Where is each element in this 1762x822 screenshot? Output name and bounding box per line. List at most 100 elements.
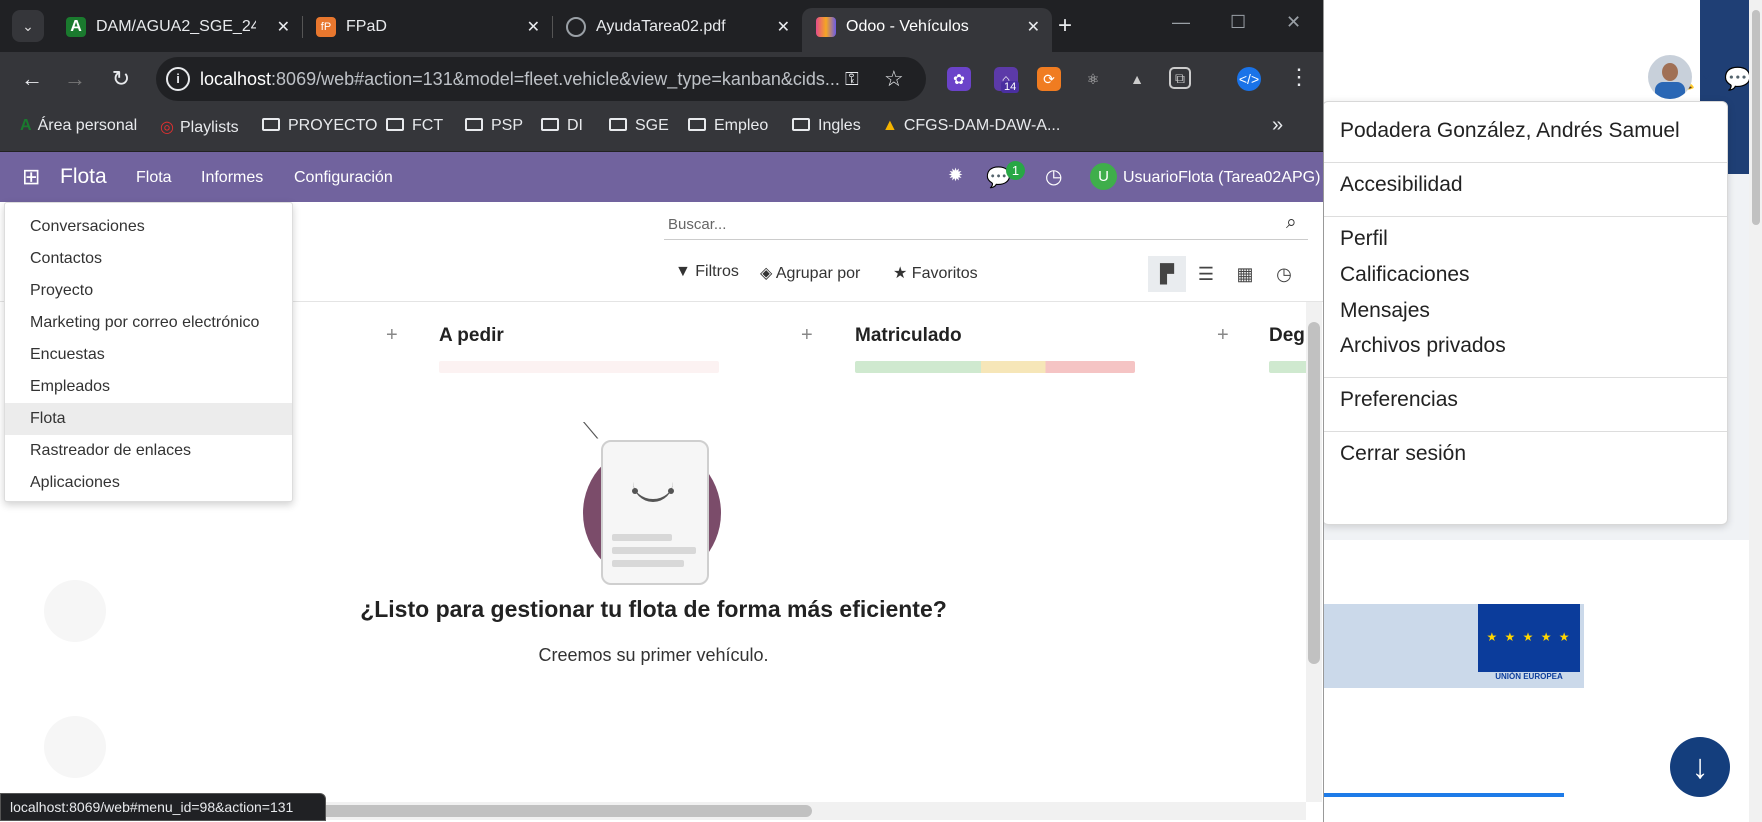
key-icon[interactable]: ⚿ <box>845 69 859 90</box>
app-item-flota[interactable]: Flota <box>5 403 292 435</box>
scroll-down-button[interactable]: ↓ <box>1670 737 1730 797</box>
user-menu-private-files[interactable]: Archivos privados <box>1340 334 1506 358</box>
url-text[interactable]: localhost:8069/web#action=131&model=flee… <box>200 69 840 90</box>
vehicle-image-placeholder <box>44 580 106 642</box>
app-brand[interactable]: Flota <box>60 165 107 189</box>
tab-dam[interactable]: A DAM/AGUA2_SGE_2425_ ✕ <box>52 8 302 52</box>
bookmark-fct[interactable]: FCT <box>386 117 443 135</box>
add-card-icon[interactable]: + <box>1217 324 1229 347</box>
eu-label: UNIÓN EUROPEA <box>1495 672 1563 681</box>
page-scrollbar-thumb[interactable] <box>1752 10 1760 225</box>
avatar[interactable] <box>1648 55 1692 99</box>
extension-react-icon[interactable]: ⚛ <box>1081 67 1105 91</box>
activity-view-icon[interactable]: ◷ <box>1265 256 1303 292</box>
app-item-encuestas[interactable]: Encuestas <box>5 339 292 371</box>
bookmark-proyecto[interactable]: PROYECTO <box>262 117 378 135</box>
back-icon[interactable]: ← <box>17 66 47 92</box>
extensions-puzzle-icon[interactable]: ⧉ <box>1169 67 1191 89</box>
nav-flota[interactable]: Flota <box>136 169 172 187</box>
user-menu-grades[interactable]: Calificaciones <box>1340 263 1470 287</box>
user-menu-logout[interactable]: Cerrar sesión <box>1340 442 1466 466</box>
tab-label: AyudaTarea02.pdf <box>596 18 726 35</box>
tab-pdf[interactable]: AyudaTarea02.pdf ✕ <box>552 8 802 52</box>
close-window-icon[interactable]: ✕ <box>1286 12 1301 33</box>
column-title: Matriculado <box>855 325 962 346</box>
bug-icon[interactable]: ✹ <box>948 165 963 186</box>
group-by-button[interactable]: ◈ Agrupar por <box>760 263 860 283</box>
odoo-favicon-icon <box>816 17 836 37</box>
list-view-icon[interactable]: ☰ <box>1187 256 1225 292</box>
user-menu-accessibility[interactable]: Accesibilidad <box>1340 173 1463 197</box>
bookmark-area-personal[interactable]: A Área personal <box>20 117 137 135</box>
app-item-rastreador[interactable]: Rastreador de enlaces <box>5 435 292 467</box>
nav-configuracion[interactable]: Configuración <box>294 169 393 187</box>
star-filled-icon: ★ <box>893 265 912 282</box>
app-item-contactos[interactable]: Contactos <box>5 243 292 275</box>
add-card-icon[interactable]: + <box>801 324 813 347</box>
kanban-scrollbar-thumb[interactable] <box>1308 322 1320 664</box>
column-title: A pedir <box>439 325 504 346</box>
tab-label: FPaD <box>346 18 387 35</box>
site-info-icon[interactable]: i <box>166 67 190 91</box>
minimize-icon[interactable]: — <box>1172 12 1190 33</box>
bookmark-sge[interactable]: SGE <box>609 117 669 135</box>
bookmark-empleo[interactable]: Empleo <box>688 117 768 135</box>
extension-sync-icon[interactable]: ⟳ <box>1037 67 1061 91</box>
column-progress <box>855 361 1135 373</box>
pivot-view-icon[interactable]: ▦ <box>1226 256 1264 292</box>
activity-clock-icon[interactable]: ◷ <box>1045 164 1062 189</box>
layers-icon: ◈ <box>760 265 776 282</box>
app-item-proyecto[interactable]: Proyecto <box>5 275 292 307</box>
star-icon[interactable]: ☆ <box>884 66 904 92</box>
close-icon[interactable]: ✕ <box>277 17 290 37</box>
user-menu-profile[interactable]: Perfil <box>1340 227 1388 251</box>
user-menu: Podadera González, Andrés Samuel Accesib… <box>1322 101 1728 525</box>
favorites-button[interactable]: ★ Favoritos <box>893 263 978 283</box>
add-column-icon[interactable]: + <box>386 324 398 347</box>
filters-button[interactable]: ▼ Filtros <box>675 263 739 281</box>
kanban-view-icon[interactable]: ▛ <box>1148 256 1186 292</box>
spark-icon: ⟍ <box>583 418 599 443</box>
globe-icon <box>566 17 586 37</box>
bookmark-di[interactable]: DI <box>541 117 583 135</box>
close-icon[interactable]: ✕ <box>527 17 540 37</box>
kebab-menu-icon[interactable]: ⋮ <box>1288 64 1310 90</box>
app-item-conversaciones[interactable]: Conversaciones <box>5 211 292 243</box>
search-input[interactable]: Buscar... <box>664 210 1308 240</box>
user-name[interactable]: UsuarioFlota (Tarea02APG) <box>1123 169 1320 187</box>
more-bookmarks-icon[interactable]: » <box>1272 114 1283 137</box>
browser-window: ⌄ A DAM/AGUA2_SGE_2425_ ✕ fP FPaD ✕ Ayud… <box>0 0 1324 822</box>
bookmark-playlists[interactable]: ◎ Playlists <box>160 117 239 137</box>
horizontal-scrollbar-thumb[interactable] <box>320 805 812 817</box>
reload-icon[interactable]: ↻ <box>106 66 136 92</box>
chevron-down-icon[interactable]: ⌄ <box>1700 66 1712 83</box>
maximize-icon[interactable]: ☐ <box>1230 12 1246 33</box>
extension-angular-icon[interactable]: ▲ <box>1125 67 1149 91</box>
tab-fpad[interactable]: fP FPaD ✕ <box>302 8 552 52</box>
close-icon[interactable]: ✕ <box>777 17 790 37</box>
profile-code-icon[interactable]: </> <box>1237 67 1261 91</box>
apps-grid-icon[interactable]: ⊞ <box>22 165 46 189</box>
nav-informes[interactable]: Informes <box>201 169 263 187</box>
tab-search-button[interactable]: ⌄ <box>12 10 44 42</box>
user-menu-messages[interactable]: Mensajes <box>1340 299 1430 323</box>
tab-odoo[interactable]: Odoo - Vehículos ✕ <box>802 8 1052 52</box>
tab-label: DAM/AGUA2_SGE_2425_ <box>96 18 256 35</box>
tab-label: Odoo - Vehículos <box>846 18 969 35</box>
progress-bar <box>1320 793 1564 797</box>
app-item-empleados[interactable]: Empleados <box>5 371 292 403</box>
extension-gear-icon[interactable]: ✿ <box>947 67 971 91</box>
close-icon[interactable]: ✕ <box>1027 17 1040 37</box>
forward-icon[interactable]: → <box>60 66 90 92</box>
bookmark-psp[interactable]: PSP <box>465 117 523 135</box>
search-icon[interactable]: ⌕ <box>1286 212 1297 234</box>
app-item-aplicaciones[interactable]: Aplicaciones <box>5 467 292 499</box>
user-menu-preferences[interactable]: Preferencias <box>1340 388 1458 412</box>
app-item-marketing[interactable]: Marketing por correo electrónico <box>5 307 292 339</box>
bookmark-ingles[interactable]: Ingles <box>792 117 861 135</box>
new-tab-button[interactable]: + <box>1058 12 1072 40</box>
user-avatar[interactable]: U <box>1090 163 1117 190</box>
column-title: Deg <box>1269 325 1305 346</box>
bookmark-cfgs[interactable]: ▲ CFGS-DAM-DAW-A... <box>882 117 1060 135</box>
vehicle-image-placeholder <box>44 716 106 778</box>
